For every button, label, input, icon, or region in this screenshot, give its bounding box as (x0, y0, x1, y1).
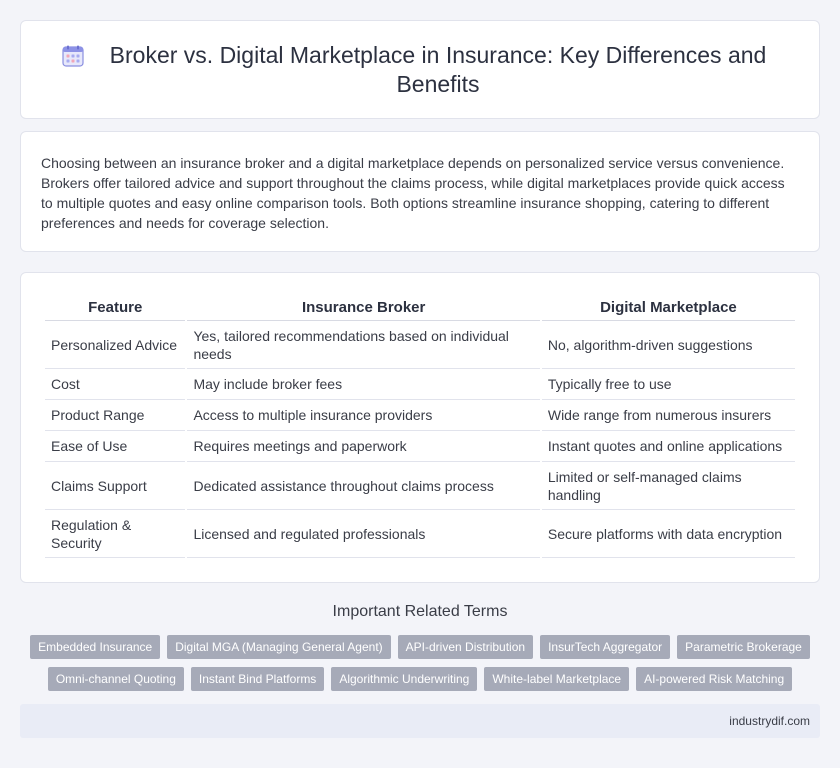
related-tag[interactable]: Embedded Insurance (30, 635, 161, 659)
table-row: Cost May include broker fees Typically f… (45, 369, 795, 400)
footer: industrydif.com (20, 704, 820, 738)
broker-cell: May include broker fees (187, 369, 540, 400)
comparison-table: Feature Insurance Broker Digital Marketp… (43, 295, 797, 558)
intro-card: Choosing between an insurance broker and… (20, 131, 820, 252)
feature-cell: Regulation & Security (45, 510, 186, 558)
related-tag[interactable]: Algorithmic Underwriting (331, 667, 478, 691)
related-tag[interactable]: Omni-channel Quoting (47, 667, 184, 691)
table-row: Claims Support Dedicated assistance thro… (45, 462, 795, 510)
feature-cell: Personalized Advice (45, 321, 186, 369)
broker-cell: Access to multiple insurance providers (187, 400, 540, 431)
related-tag[interactable]: White-label Marketplace (484, 667, 630, 691)
page: Broker vs. Digital Marketplace in Insura… (0, 0, 840, 768)
related-tag[interactable]: AI-powered Risk Matching (636, 667, 793, 691)
related-tag[interactable]: API-driven Distribution (397, 635, 534, 659)
table-row: Ease of Use Requires meetings and paperw… (45, 431, 795, 462)
header-feature: Feature (45, 295, 186, 321)
related-tag[interactable]: Parametric Brokerage (677, 635, 810, 659)
marketplace-cell: No, algorithm-driven suggestions (541, 321, 795, 369)
table-row: Regulation & Security Licensed and regul… (45, 510, 795, 558)
related-tag[interactable]: Digital MGA (Managing General Agent) (167, 635, 391, 659)
marketplace-cell: Limited or self-managed claims handling (541, 462, 795, 510)
intro-paragraph: Choosing between an insurance broker and… (41, 155, 785, 231)
marketplace-cell: Instant quotes and online applications (541, 431, 795, 462)
related-tag[interactable]: Instant Bind Platforms (190, 667, 325, 691)
feature-cell: Product Range (45, 400, 186, 431)
table-row: Product Range Access to multiple insuran… (45, 400, 795, 431)
marketplace-cell: Wide range from numerous insurers (541, 400, 795, 431)
broker-cell: Dedicated assistance throughout claims p… (187, 462, 540, 510)
related-terms-tags: Embedded Insurance Digital MGA (Managing… (20, 635, 820, 691)
feature-cell: Claims Support (45, 462, 186, 510)
feature-cell: Cost (45, 369, 186, 400)
broker-cell: Requires meetings and paperwork (187, 431, 540, 462)
table-header-row: Feature Insurance Broker Digital Marketp… (45, 295, 795, 321)
calendar-grid-icon (62, 45, 84, 67)
broker-cell: Yes, tailored recommendations based on i… (187, 321, 540, 369)
marketplace-cell: Typically free to use (541, 369, 795, 400)
broker-cell: Licensed and regulated professionals (187, 510, 540, 558)
footer-site-link[interactable]: industrydif.com (729, 714, 810, 728)
feature-cell: Ease of Use (45, 431, 186, 462)
related-tag[interactable]: InsurTech Aggregator (540, 635, 671, 659)
header-digital-marketplace: Digital Marketplace (541, 295, 795, 321)
header-inner: Broker vs. Digital Marketplace in Insura… (61, 17, 779, 123)
table-row: Personalized Advice Yes, tailored recomm… (45, 321, 795, 369)
header-card: Broker vs. Digital Marketplace in Insura… (20, 20, 820, 119)
page-title: Broker vs. Digital Marketplace in Insura… (109, 41, 767, 97)
related-terms-title: Important Related Terms (332, 603, 508, 620)
comparison-card: Feature Insurance Broker Digital Marketp… (20, 272, 820, 583)
marketplace-cell: Secure platforms with data encryption (541, 510, 795, 558)
header-insurance-broker: Insurance Broker (187, 295, 540, 321)
